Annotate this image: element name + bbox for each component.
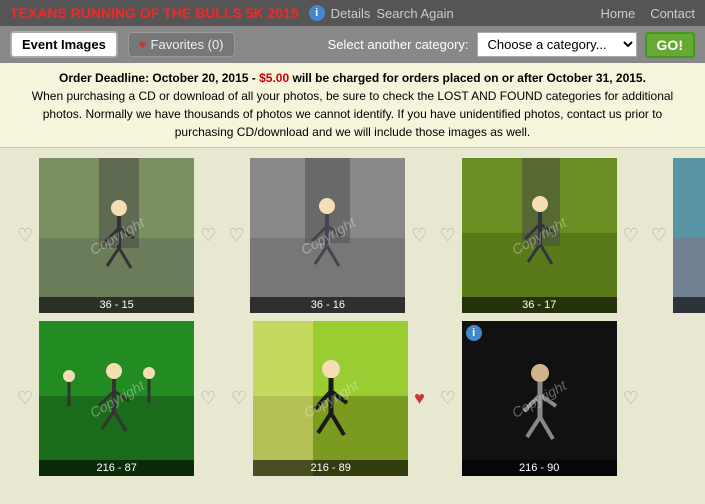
heart-button[interactable]: ♡ — [229, 386, 249, 411]
heart-button-right[interactable]: ♡ — [409, 223, 429, 248]
contact-link[interactable]: Contact — [650, 6, 695, 21]
photo-item: ♡ Copyr — [226, 158, 429, 313]
photo-label: 216 - 90 — [462, 460, 617, 476]
heart-button[interactable]: ♡ — [15, 223, 35, 248]
photo-thumbnail[interactable]: Copyright 36 - 16 — [250, 158, 405, 313]
photo-image: Copyright 143 - 76 — [673, 158, 705, 313]
photo-svg — [462, 158, 617, 313]
photo-label: 36 - 16 — [250, 297, 405, 313]
photo-thumbnail[interactable]: Copyright 36 - 15 — [39, 158, 194, 313]
info-icon: i — [309, 5, 325, 21]
tab-favorites[interactable]: ♥ Favorites (0) — [128, 32, 235, 57]
photo-image: Copyright 216 - 89 — [253, 321, 408, 476]
price-notice: $5.00 — [259, 71, 289, 85]
heart-icon: ♥ — [139, 37, 147, 52]
photo-thumbnail[interactable]: Copyright 216 - 87 — [39, 321, 194, 476]
heart-button[interactable]: ♡ — [15, 386, 35, 411]
category-selector: Select another category: Choose a catego… — [328, 32, 695, 58]
photo-item: ♡ Copyr — [226, 321, 429, 476]
photo-wrapper: ♡ — [649, 158, 705, 313]
go-button[interactable]: GO! — [645, 32, 695, 58]
photo-wrapper: ♡ Copyr — [226, 158, 429, 313]
photo-item-empty — [649, 321, 705, 476]
photo-label: 36 - 17 — [462, 297, 617, 313]
search-again-link[interactable]: Search Again — [376, 6, 453, 21]
photo-image: Copyright 36 - 17 — [462, 158, 617, 313]
photo-grid: ♡ — [15, 158, 690, 476]
photo-wrapper: ♡ — [15, 321, 218, 476]
details-link[interactable]: Details — [331, 6, 371, 21]
notice-bar: Order Deadline: October 20, 2015 - $5.00… — [0, 63, 705, 148]
header-left: TEXANS RUNNING OF THE BULLS 5K 2015 i De… — [10, 5, 454, 21]
photo-item: ♡ Copyr — [438, 158, 641, 313]
photo-wrapper: ♡ — [15, 158, 218, 313]
photo-label: 36 - 15 — [39, 297, 194, 313]
main-content: ♡ — [0, 148, 705, 486]
heart-button[interactable]: ♡ — [438, 223, 458, 248]
photo-image: Copyright 216 - 87 — [39, 321, 194, 476]
photo-label: 216 - 87 — [39, 460, 194, 476]
category-select[interactable]: Choose a category... — [477, 32, 637, 57]
tab-bar: Event Images ♥ Favorites (0) Select anot… — [0, 26, 705, 63]
photo-svg — [39, 321, 194, 476]
order-deadline: Order Deadline: October 20, 2015 - $5.00… — [15, 69, 690, 87]
photo-item: ♡ Copyright i — [438, 321, 641, 476]
tab-favorites-label: Favorites (0) — [151, 37, 224, 52]
photo-image: Copyright 36 - 15 — [39, 158, 194, 313]
photo-thumbnail[interactable]: Copyright 216 - 89 — [253, 321, 408, 476]
event-title: TEXANS RUNNING OF THE BULLS 5K 2015 — [10, 5, 299, 21]
notice-details: When purchasing a CD or download of all … — [15, 87, 690, 141]
heart-button-right[interactable]: ♥ — [412, 386, 427, 411]
photo-svg — [673, 158, 705, 313]
home-link[interactable]: Home — [601, 6, 636, 21]
heart-button-right[interactable]: ♡ — [198, 386, 218, 411]
photo-thumbnail[interactable]: Copyright i 216 - 90 — [462, 321, 617, 476]
photo-image: Copyright 36 - 16 — [250, 158, 405, 313]
info-badge: i — [466, 325, 482, 341]
photo-svg — [250, 158, 405, 313]
header-nav: Home Contact — [601, 6, 696, 21]
photo-svg — [253, 321, 408, 476]
heart-button[interactable]: ♡ — [649, 223, 669, 248]
photo-item: ♡ — [649, 158, 705, 313]
photo-thumbnail[interactable]: Copyright 143 - 76 — [673, 158, 705, 313]
photo-thumbnail[interactable]: Copyright 36 - 17 — [462, 158, 617, 313]
header-bar: TEXANS RUNNING OF THE BULLS 5K 2015 i De… — [0, 0, 705, 26]
photo-item: ♡ — [15, 158, 218, 313]
photo-item: ♡ — [15, 321, 218, 476]
photo-wrapper: ♡ Copyright i — [438, 321, 641, 476]
photo-svg — [462, 321, 617, 476]
heart-button[interactable]: ♡ — [226, 223, 246, 248]
heart-button-right[interactable]: ♡ — [621, 223, 641, 248]
tab-event-images[interactable]: Event Images — [10, 31, 118, 58]
tab-event-images-label: Event Images — [22, 37, 106, 52]
photo-label: 143 - 76 — [673, 297, 705, 313]
photo-svg — [39, 158, 194, 313]
heart-button-right[interactable]: ♡ — [198, 223, 218, 248]
photo-wrapper: ♡ Copyr — [438, 158, 641, 313]
category-label: Select another category: — [328, 37, 469, 52]
heart-button-right[interactable]: ♡ — [621, 386, 641, 411]
photo-wrapper: ♡ Copyr — [229, 321, 427, 476]
photo-label: 216 - 89 — [253, 460, 408, 476]
heart-button[interactable]: ♡ — [438, 386, 458, 411]
header-info: i Details Search Again — [309, 5, 454, 21]
photo-image: Copyright i 216 - 90 — [462, 321, 617, 476]
